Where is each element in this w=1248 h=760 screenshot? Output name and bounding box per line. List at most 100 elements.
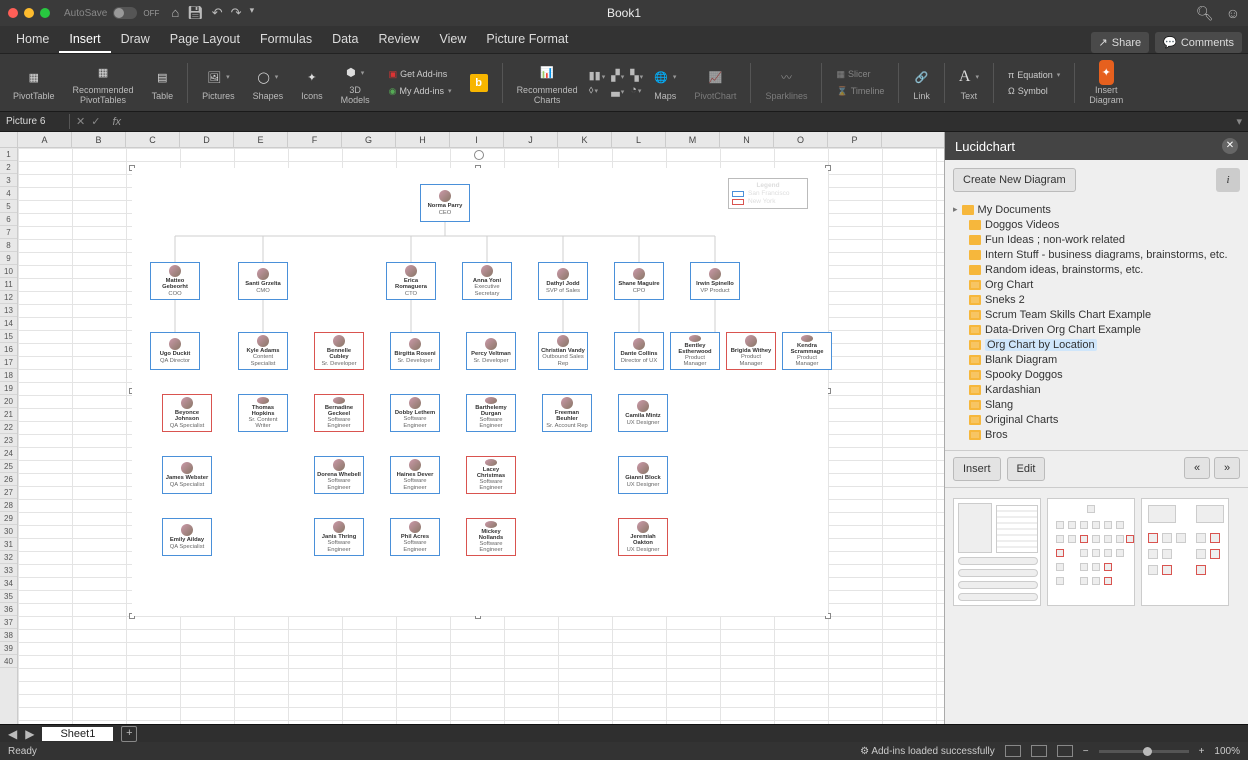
row-header[interactable]: 26 — [0, 473, 17, 486]
row-header[interactable]: 38 — [0, 629, 17, 642]
row-header[interactable]: 13 — [0, 304, 17, 317]
tree-item[interactable]: Spooky Doggos — [951, 367, 1242, 382]
row-header[interactable]: 29 — [0, 512, 17, 525]
row-header[interactable]: 24 — [0, 447, 17, 460]
cancel-icon[interactable]: ✕ — [76, 115, 85, 128]
col-header[interactable]: H — [396, 132, 450, 147]
col-header[interactable]: L — [612, 132, 666, 147]
tree-item[interactable]: Scrum Team Skills Chart Example — [951, 307, 1242, 322]
row-header[interactable]: 8 — [0, 239, 17, 252]
text-button[interactable]: A▾Text — [952, 58, 986, 107]
col-header[interactable]: A — [18, 132, 72, 147]
row-header[interactable]: 20 — [0, 395, 17, 408]
ribbon-tab-draw[interactable]: Draw — [111, 27, 160, 53]
symbol-button[interactable]: Ω Symbol — [1008, 86, 1048, 96]
redo-icon[interactable]: ↷ — [231, 5, 242, 21]
row-header[interactable]: 7 — [0, 226, 17, 239]
row-header[interactable]: 19 — [0, 382, 17, 395]
expand-formula-icon[interactable]: ▾ — [1230, 115, 1248, 128]
col-header[interactable]: I — [450, 132, 504, 147]
close-panel-icon[interactable]: ✕ — [1222, 138, 1238, 154]
row-header[interactable]: 23 — [0, 434, 17, 447]
ribbon-tab-review[interactable]: Review — [368, 27, 429, 53]
recommended-charts-button[interactable]: 📊Recommended Charts — [510, 58, 585, 107]
row-header[interactable]: 1 — [0, 148, 17, 161]
row-header[interactable]: 11 — [0, 278, 17, 291]
qat-more-icon[interactable]: ▾ — [250, 5, 255, 21]
tree-item[interactable]: Doggos Videos — [951, 217, 1242, 232]
row-header[interactable]: 22 — [0, 421, 17, 434]
row-header[interactable]: 9 — [0, 252, 17, 265]
my-addins-button[interactable]: ◉My Add-ins▾ — [389, 86, 452, 97]
col-header[interactable]: N — [720, 132, 774, 147]
row-header[interactable]: 32 — [0, 551, 17, 564]
tree-item[interactable]: Random ideas, brainstorms, etc. — [951, 262, 1242, 277]
row-header[interactable]: 2 — [0, 161, 17, 174]
sheet-nav-prev-icon[interactable]: ◀ — [8, 727, 17, 741]
enter-icon[interactable]: ✓ — [91, 115, 100, 128]
icons-button[interactable]: ✦Icons — [294, 58, 330, 107]
preview-thumb[interactable] — [1141, 498, 1229, 606]
picture-rotate-handle[interactable] — [474, 150, 484, 160]
col-header[interactable]: J — [504, 132, 558, 147]
tree-root[interactable]: ▸My Documents — [951, 202, 1242, 217]
row-header[interactable]: 33 — [0, 564, 17, 577]
row-header[interactable]: 34 — [0, 577, 17, 590]
sparklines-button[interactable]: 〰Sparklines — [758, 58, 814, 107]
zoom-slider[interactable] — [1099, 750, 1189, 753]
pivottable-button[interactable]: ▦PivotTable — [6, 58, 62, 107]
bing-maps-button[interactable]: b — [463, 58, 495, 107]
row-headers[interactable]: 1234567891011121314151617181920212223242… — [0, 148, 18, 724]
prev-page-button[interactable]: « — [1184, 457, 1210, 479]
document-tree[interactable]: ▸My DocumentsDoggos VideosFun Ideas ; no… — [945, 200, 1248, 450]
minimize-window-button[interactable] — [24, 8, 34, 18]
edit-button[interactable]: Edit — [1007, 457, 1046, 481]
row-header[interactable]: 16 — [0, 343, 17, 356]
page-layout-view-icon[interactable] — [1031, 745, 1047, 757]
row-header[interactable]: 27 — [0, 486, 17, 499]
inserted-diagram-picture[interactable]: Legend San Francisco New York Norma Parr… — [132, 168, 828, 616]
name-box[interactable]: Picture 6 — [0, 114, 70, 129]
close-window-button[interactable] — [8, 8, 18, 18]
col-header[interactable]: M — [666, 132, 720, 147]
row-header[interactable]: 5 — [0, 200, 17, 213]
undo-icon[interactable]: ↶ — [212, 5, 223, 21]
table-button[interactable]: ▤Table — [145, 58, 181, 107]
slicer-button[interactable]: ▦ Slicer — [836, 69, 870, 80]
row-header[interactable]: 10 — [0, 265, 17, 278]
row-header[interactable]: 37 — [0, 616, 17, 629]
col-header[interactable]: D — [180, 132, 234, 147]
maps-button[interactable]: 🌐▾Maps — [647, 58, 683, 107]
timeline-button[interactable]: ⌛ Timeline — [836, 86, 884, 97]
col-header[interactable]: B — [72, 132, 126, 147]
link-button[interactable]: 🔗Link — [906, 58, 937, 107]
row-header[interactable]: 35 — [0, 590, 17, 603]
home-icon[interactable]: ⌂ — [171, 5, 179, 21]
row-header[interactable]: 30 — [0, 525, 17, 538]
tree-item[interactable]: Original Charts — [951, 412, 1242, 427]
page-previews[interactable] — [945, 488, 1248, 724]
tree-item[interactable]: Sneks 2 — [951, 292, 1242, 307]
row-header[interactable]: 25 — [0, 460, 17, 473]
col-header[interactable]: F — [288, 132, 342, 147]
pivotchart-button[interactable]: 📈PivotChart — [687, 58, 743, 107]
zoom-in-icon[interactable]: + — [1199, 746, 1205, 757]
row-header[interactable]: 39 — [0, 642, 17, 655]
insert-button[interactable]: Insert — [953, 457, 1001, 481]
autosave-toggle[interactable]: AutoSave OFF — [64, 7, 159, 19]
ribbon-tab-insert[interactable]: Insert — [59, 27, 110, 53]
shapes-button[interactable]: ◯▾Shapes — [246, 58, 291, 107]
sheet-nav-next-icon[interactable]: ▶ — [25, 727, 34, 741]
ribbon-tab-data[interactable]: Data — [322, 27, 368, 53]
create-new-diagram-button[interactable]: Create New Diagram — [953, 168, 1076, 192]
page-break-view-icon[interactable] — [1057, 745, 1073, 757]
tree-item[interactable]: Slang — [951, 397, 1242, 412]
worksheet-area[interactable]: ABCDEFGHIJKLMNOP 12345678910111213141516… — [0, 132, 944, 724]
row-header[interactable]: 15 — [0, 330, 17, 343]
tree-item[interactable]: Kardashian — [951, 382, 1242, 397]
tree-item[interactable]: Org Chart — [951, 277, 1242, 292]
account-icon[interactable]: ☺ — [1226, 5, 1240, 22]
row-header[interactable]: 4 — [0, 187, 17, 200]
tree-item[interactable]: Data-Driven Org Chart Example — [951, 322, 1242, 337]
ribbon-tab-picture-format[interactable]: Picture Format — [476, 27, 578, 53]
